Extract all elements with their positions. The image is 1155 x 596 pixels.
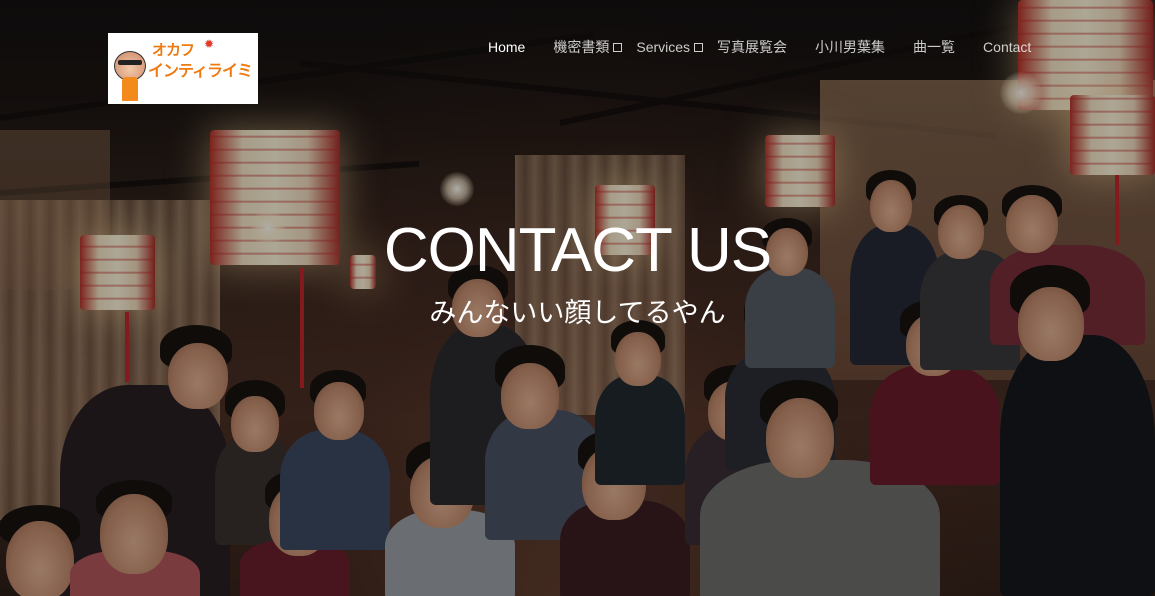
hero-section: オカフ ✹ インティライミ Home 機密書類 Services 写真展覧会 小… bbox=[0, 0, 1155, 596]
logo-text-line2: インティライミ bbox=[148, 61, 253, 80]
dropdown-icon bbox=[694, 42, 704, 52]
nav-item-contact[interactable]: Contact bbox=[983, 39, 1031, 55]
logo-star-icon: ✹ bbox=[204, 37, 215, 51]
nav-item-home[interactable]: Home bbox=[488, 39, 525, 55]
main-nav: Home 機密書類 Services 写真展覧会 小川男葉集 曲一覧 Conta… bbox=[488, 37, 1031, 57]
nav-item-poem-collection[interactable]: 小川男葉集 bbox=[815, 37, 885, 57]
nav-item-song-list[interactable]: 曲一覧 bbox=[913, 37, 955, 57]
nav-item-services[interactable]: Services bbox=[636, 39, 704, 55]
page-title: CONTACT US bbox=[383, 216, 772, 285]
dropdown-icon bbox=[613, 42, 623, 52]
nav-item-secret-documents[interactable]: 機密書類 bbox=[553, 37, 623, 57]
site-logo[interactable]: オカフ ✹ インティライミ bbox=[108, 33, 258, 104]
page-subtitle: みんないい顔してるやん bbox=[429, 298, 726, 329]
nav-item-photo-gallery[interactable]: 写真展覧会 bbox=[717, 37, 787, 57]
